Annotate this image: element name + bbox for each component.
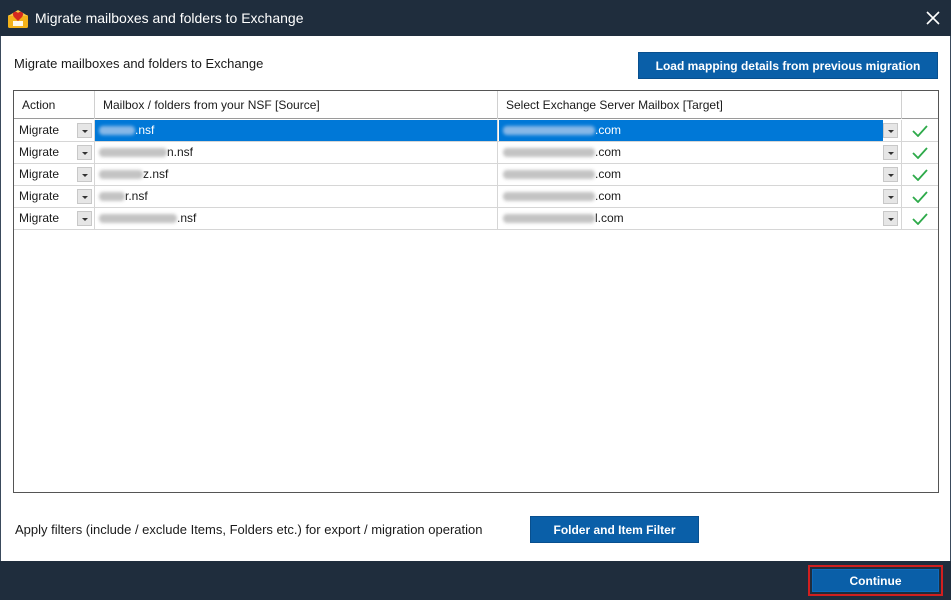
target-dropdown-button[interactable] bbox=[883, 145, 898, 160]
source-cell[interactable]: .nsf bbox=[95, 208, 498, 229]
target-suffix: .com bbox=[595, 167, 622, 181]
action-cell[interactable]: Migrate bbox=[14, 164, 95, 185]
action-value: Migrate bbox=[19, 211, 60, 225]
window-title: Migrate mailboxes and folders to Exchang… bbox=[35, 10, 304, 26]
dialog-body: Migrate mailboxes and folders to Exchang… bbox=[0, 36, 951, 561]
source-suffix: .nsf bbox=[177, 211, 197, 225]
table-row[interactable]: Migrate .nsf .com bbox=[14, 120, 938, 142]
action-cell[interactable]: Migrate bbox=[14, 142, 95, 163]
action-cell[interactable]: Migrate bbox=[14, 120, 95, 141]
source-cell[interactable]: n.nsf bbox=[95, 142, 498, 163]
action-dropdown-button[interactable] bbox=[77, 123, 92, 138]
status-cell bbox=[902, 120, 938, 141]
close-icon bbox=[926, 11, 940, 25]
target-dropdown-button[interactable] bbox=[883, 123, 898, 138]
column-header-action[interactable]: Action bbox=[14, 91, 95, 119]
action-value: Migrate bbox=[19, 189, 60, 203]
target-select[interactable]: .com bbox=[499, 164, 883, 185]
footer-bar: Continue bbox=[0, 561, 951, 600]
target-suffix: .com bbox=[595, 123, 622, 137]
filter-description: Apply filters (include / exclude Items, … bbox=[15, 522, 483, 537]
target-select[interactable]: .com bbox=[499, 142, 883, 163]
column-header-target[interactable]: Select Exchange Server Mailbox [Target] bbox=[498, 91, 902, 119]
source-cell[interactable]: .nsf bbox=[95, 120, 498, 141]
target-suffix: l.com bbox=[595, 211, 624, 225]
source-suffix: .nsf bbox=[135, 123, 155, 137]
target-cell[interactable]: .com bbox=[498, 164, 902, 185]
close-button[interactable] bbox=[915, 0, 951, 36]
table-row[interactable]: Migrate n.nsf .com bbox=[14, 142, 938, 164]
source-cell[interactable]: r.nsf bbox=[95, 186, 498, 207]
action-dropdown-button[interactable] bbox=[77, 145, 92, 160]
source-cell[interactable]: z.nsf bbox=[95, 164, 498, 185]
target-select[interactable]: .com bbox=[499, 186, 883, 207]
action-dropdown-button[interactable] bbox=[77, 211, 92, 226]
table-row[interactable]: Migrate z.nsf .com bbox=[14, 164, 938, 186]
redacted-text bbox=[99, 148, 167, 158]
target-suffix: .com bbox=[595, 145, 622, 159]
page-heading: Migrate mailboxes and folders to Exchang… bbox=[14, 56, 264, 71]
source-suffix: n.nsf bbox=[167, 145, 194, 159]
action-value: Migrate bbox=[19, 145, 60, 159]
status-cell bbox=[902, 164, 938, 185]
status-cell bbox=[902, 142, 938, 163]
column-header-source[interactable]: Mailbox / folders from your NSF [Source] bbox=[95, 91, 498, 119]
action-cell[interactable]: Migrate bbox=[14, 208, 95, 229]
redacted-text bbox=[99, 170, 143, 180]
redacted-text bbox=[99, 214, 177, 224]
checkmark-icon bbox=[912, 124, 928, 137]
target-cell[interactable]: l.com bbox=[498, 208, 902, 229]
status-cell bbox=[902, 208, 938, 229]
mapping-grid: Action Mailbox / folders from your NSF [… bbox=[13, 90, 939, 493]
redacted-text bbox=[503, 148, 595, 158]
target-select[interactable]: .com bbox=[499, 120, 883, 141]
redacted-text bbox=[503, 126, 595, 136]
target-cell[interactable]: .com bbox=[498, 186, 902, 207]
checkmark-icon bbox=[912, 212, 928, 225]
checkmark-icon bbox=[912, 168, 928, 181]
target-dropdown-button[interactable] bbox=[883, 211, 898, 226]
checkmark-icon bbox=[912, 190, 928, 203]
action-value: Migrate bbox=[19, 123, 60, 137]
folder-item-filter-button[interactable]: Folder and Item Filter bbox=[530, 516, 699, 543]
status-cell bbox=[902, 186, 938, 207]
target-cell[interactable]: .com bbox=[498, 142, 902, 163]
grid-header: Action Mailbox / folders from your NSF [… bbox=[14, 91, 938, 119]
redacted-text bbox=[503, 170, 595, 180]
target-dropdown-button[interactable] bbox=[883, 167, 898, 182]
target-cell[interactable]: .com bbox=[498, 120, 902, 141]
table-row[interactable]: Migrate .nsf l.com bbox=[14, 208, 938, 230]
target-select[interactable]: l.com bbox=[499, 208, 883, 229]
redacted-text bbox=[503, 192, 595, 202]
table-row[interactable]: Migrate r.nsf .com bbox=[14, 186, 938, 208]
app-logo-icon bbox=[8, 10, 28, 28]
target-dropdown-button[interactable] bbox=[883, 189, 898, 204]
load-mapping-button[interactable]: Load mapping details from previous migra… bbox=[638, 52, 938, 79]
redacted-text bbox=[99, 126, 135, 136]
action-value: Migrate bbox=[19, 167, 60, 181]
continue-highlight: Continue bbox=[808, 565, 943, 596]
title-bar: Migrate mailboxes and folders to Exchang… bbox=[0, 0, 951, 36]
redacted-text bbox=[503, 214, 595, 224]
source-suffix: z.nsf bbox=[143, 167, 169, 181]
column-header-status bbox=[902, 91, 938, 119]
checkmark-icon bbox=[912, 146, 928, 159]
source-suffix: r.nsf bbox=[125, 189, 148, 203]
action-dropdown-button[interactable] bbox=[77, 189, 92, 204]
action-dropdown-button[interactable] bbox=[77, 167, 92, 182]
continue-button[interactable]: Continue bbox=[812, 569, 939, 592]
action-cell[interactable]: Migrate bbox=[14, 186, 95, 207]
redacted-text bbox=[99, 192, 125, 202]
target-suffix: .com bbox=[595, 189, 622, 203]
